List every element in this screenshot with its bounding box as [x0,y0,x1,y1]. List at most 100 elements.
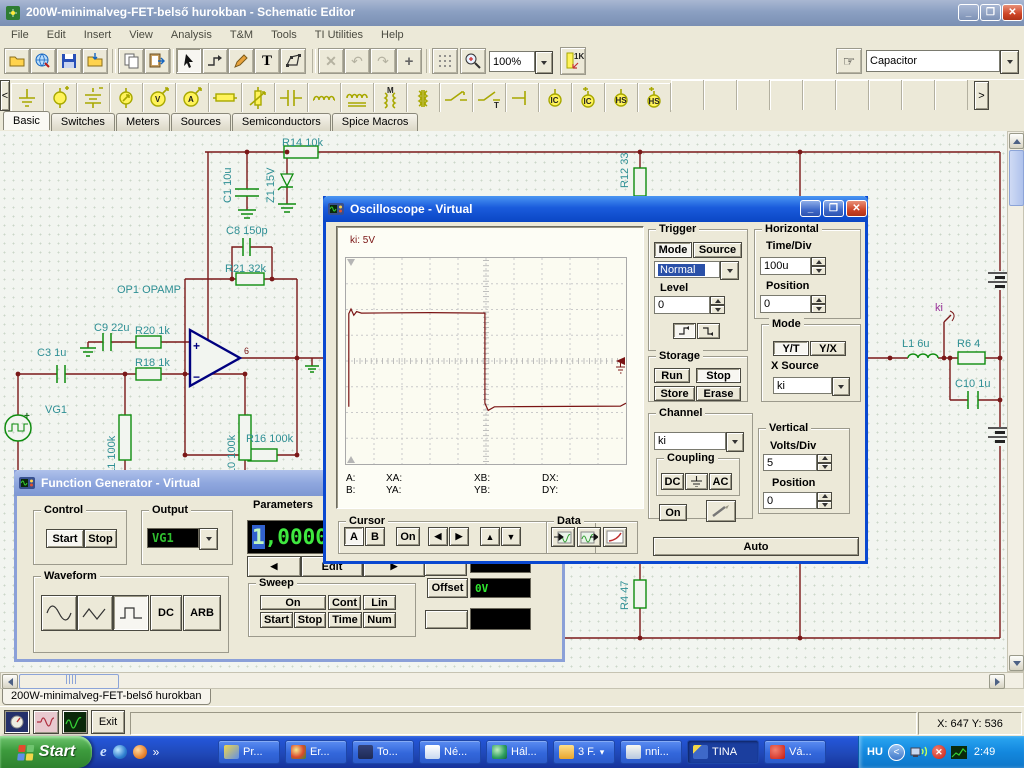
cursor-a-button[interactable]: A [344,527,364,546]
redo-button[interactable]: ↷ [370,48,396,74]
dc-wave-button[interactable]: DC [150,595,182,631]
ie-quicklaunch-icon[interactable]: e [100,744,107,761]
sweep-num-button[interactable]: Num [363,612,396,628]
analysis-signal-button[interactable] [33,710,59,734]
fg-offset-button[interactable]: Offset [427,578,468,598]
menu-tools[interactable]: Tools [262,26,306,44]
x-source-combobox[interactable]: ki [773,377,832,394]
trigger-rising-edge-button[interactable] [673,323,696,339]
cursor-on-button[interactable]: On [396,527,420,546]
start-button[interactable]: Start [0,736,92,768]
component-combobox[interactable]: Capacitor [866,50,1000,72]
fg-digit-left-button[interactable]: ◀ [247,556,301,577]
coupling-ac-button[interactable]: AC [709,473,732,490]
trigger-source-button[interactable]: Source [693,242,742,258]
h-scroll-thumb[interactable] [19,674,119,689]
component-scroll-right-button[interactable]: > [974,81,989,110]
grid-dots-button[interactable] [432,48,458,74]
tab-spice-macros[interactable]: Spice Macros [332,113,419,131]
menu-edit[interactable]: Edit [38,26,75,44]
trigger-falling-edge-button[interactable] [697,323,720,339]
trigger-mode-button[interactable]: Mode [654,242,692,258]
cursor-down-button[interactable]: ▼ [501,527,521,546]
time-div-spinner[interactable] [811,257,826,275]
wire-tool-button[interactable] [202,48,228,74]
task-to-[interactable]: To... [352,740,414,764]
data-export-button[interactable] [577,527,601,547]
fg-start-button[interactable]: Start [46,529,84,548]
component-picker-hand-button[interactable]: ☞ [836,48,862,74]
polygon-tool-button[interactable] [280,48,306,74]
search-globe-button[interactable] [30,48,56,74]
network-tray-icon[interactable] [910,745,927,759]
channel-probe-button[interactable] [706,500,736,522]
paste-button[interactable] [144,48,170,74]
fg-parameters-display[interactable]: 1,0000 [247,520,334,554]
component-ic-pin-plus-button[interactable]: IC [572,83,605,113]
h-scroll-left-button[interactable] [2,674,18,689]
component-controlled-switch-button[interactable]: T [473,83,506,113]
trigger-mode-combobox-arrow[interactable] [720,261,739,280]
component-hs-pin-button[interactable]: HS [605,83,638,113]
menu-file[interactable]: File [2,26,38,44]
component-capacitor-button[interactable] [275,83,308,113]
volts-div-spinner[interactable] [817,454,832,471]
v-scroll-down-button[interactable] [1009,655,1024,671]
task-3-f-[interactable]: 3 F.▾ [553,740,615,764]
select-cursor-button[interactable] [176,48,202,74]
mode-yx-button[interactable]: Y/X [810,341,846,356]
close-button[interactable]: ✕ [1002,4,1023,21]
x-source-combobox-arrow[interactable] [832,377,850,396]
task-er-[interactable]: Er... [285,740,347,764]
zoom-level-combobox[interactable]: 100% [489,51,535,72]
sweep-lin-button[interactable]: Lin [363,595,396,610]
meter-tool-button[interactable] [4,710,30,734]
coupling-dc-button[interactable]: DC [661,473,684,490]
menu-t-m[interactable]: T&M [221,26,262,44]
task-group-dropdown-arrow[interactable]: ▾ [600,747,605,758]
sine-wave-button[interactable] [41,595,77,631]
component-voltmeter-button[interactable]: V [143,83,176,113]
h-scrollbar[interactable] [0,672,1024,689]
channel-combobox-arrow[interactable] [726,432,744,452]
component-relay-contact-button[interactable] [506,83,539,113]
storage-store-button[interactable]: Store [654,386,695,401]
task-nni-[interactable]: nni... [620,740,682,764]
undo-button[interactable]: ↶ [344,48,370,74]
fg-stop-button[interactable]: Stop [84,529,117,548]
task-pr-[interactable]: Pr... [218,740,280,764]
menu-help[interactable]: Help [372,26,413,44]
component-ground-button[interactable] [11,83,44,113]
tab-sources[interactable]: Sources [171,113,231,131]
copy-button[interactable] [118,48,144,74]
component-resistor-button[interactable] [209,83,242,113]
maximize-button[interactable]: ❐ [980,4,1001,21]
sweep-start-button[interactable]: Start [260,612,293,628]
component-inductor-iron-core-button[interactable] [341,83,374,113]
cursor-left-button[interactable]: ◀ [428,527,448,546]
task-n-[interactable]: Né... [419,740,481,764]
volts-div-input[interactable]: 5 [763,454,817,471]
pencil-tool-button[interactable] [228,48,254,74]
menu-ti-utilities[interactable]: TI Utilities [306,26,372,44]
task-v-[interactable]: Vá... [764,740,826,764]
coupling-ground-button[interactable] [685,473,708,490]
time-div-input[interactable]: 100u [760,257,811,275]
import-button[interactable] [82,48,108,74]
tab-switches[interactable]: Switches [51,113,115,131]
save-button[interactable] [56,48,82,74]
component-scroll-left-button[interactable]: < [0,80,10,111]
trigger-mode-combobox[interactable]: Normal [654,261,720,278]
arb-wave-button[interactable]: ARB [183,595,221,631]
delete-cut-button[interactable]: ✕ [318,48,344,74]
cursor-b-button[interactable]: B [365,527,385,546]
storage-stop-button[interactable]: Stop [696,368,741,383]
zoom-level-combobox-arrow[interactable] [535,51,553,74]
component-switch-button[interactable] [440,83,473,113]
component-potentiometer-button[interactable] [242,83,275,113]
crosshair-button[interactable]: + [396,48,422,74]
data-curve-button[interactable] [603,527,627,547]
component-hs-pin-plus-button[interactable]: HS [638,83,671,113]
tab-basic[interactable]: Basic [3,111,50,130]
zoom-magnifier-button[interactable] [460,48,486,74]
